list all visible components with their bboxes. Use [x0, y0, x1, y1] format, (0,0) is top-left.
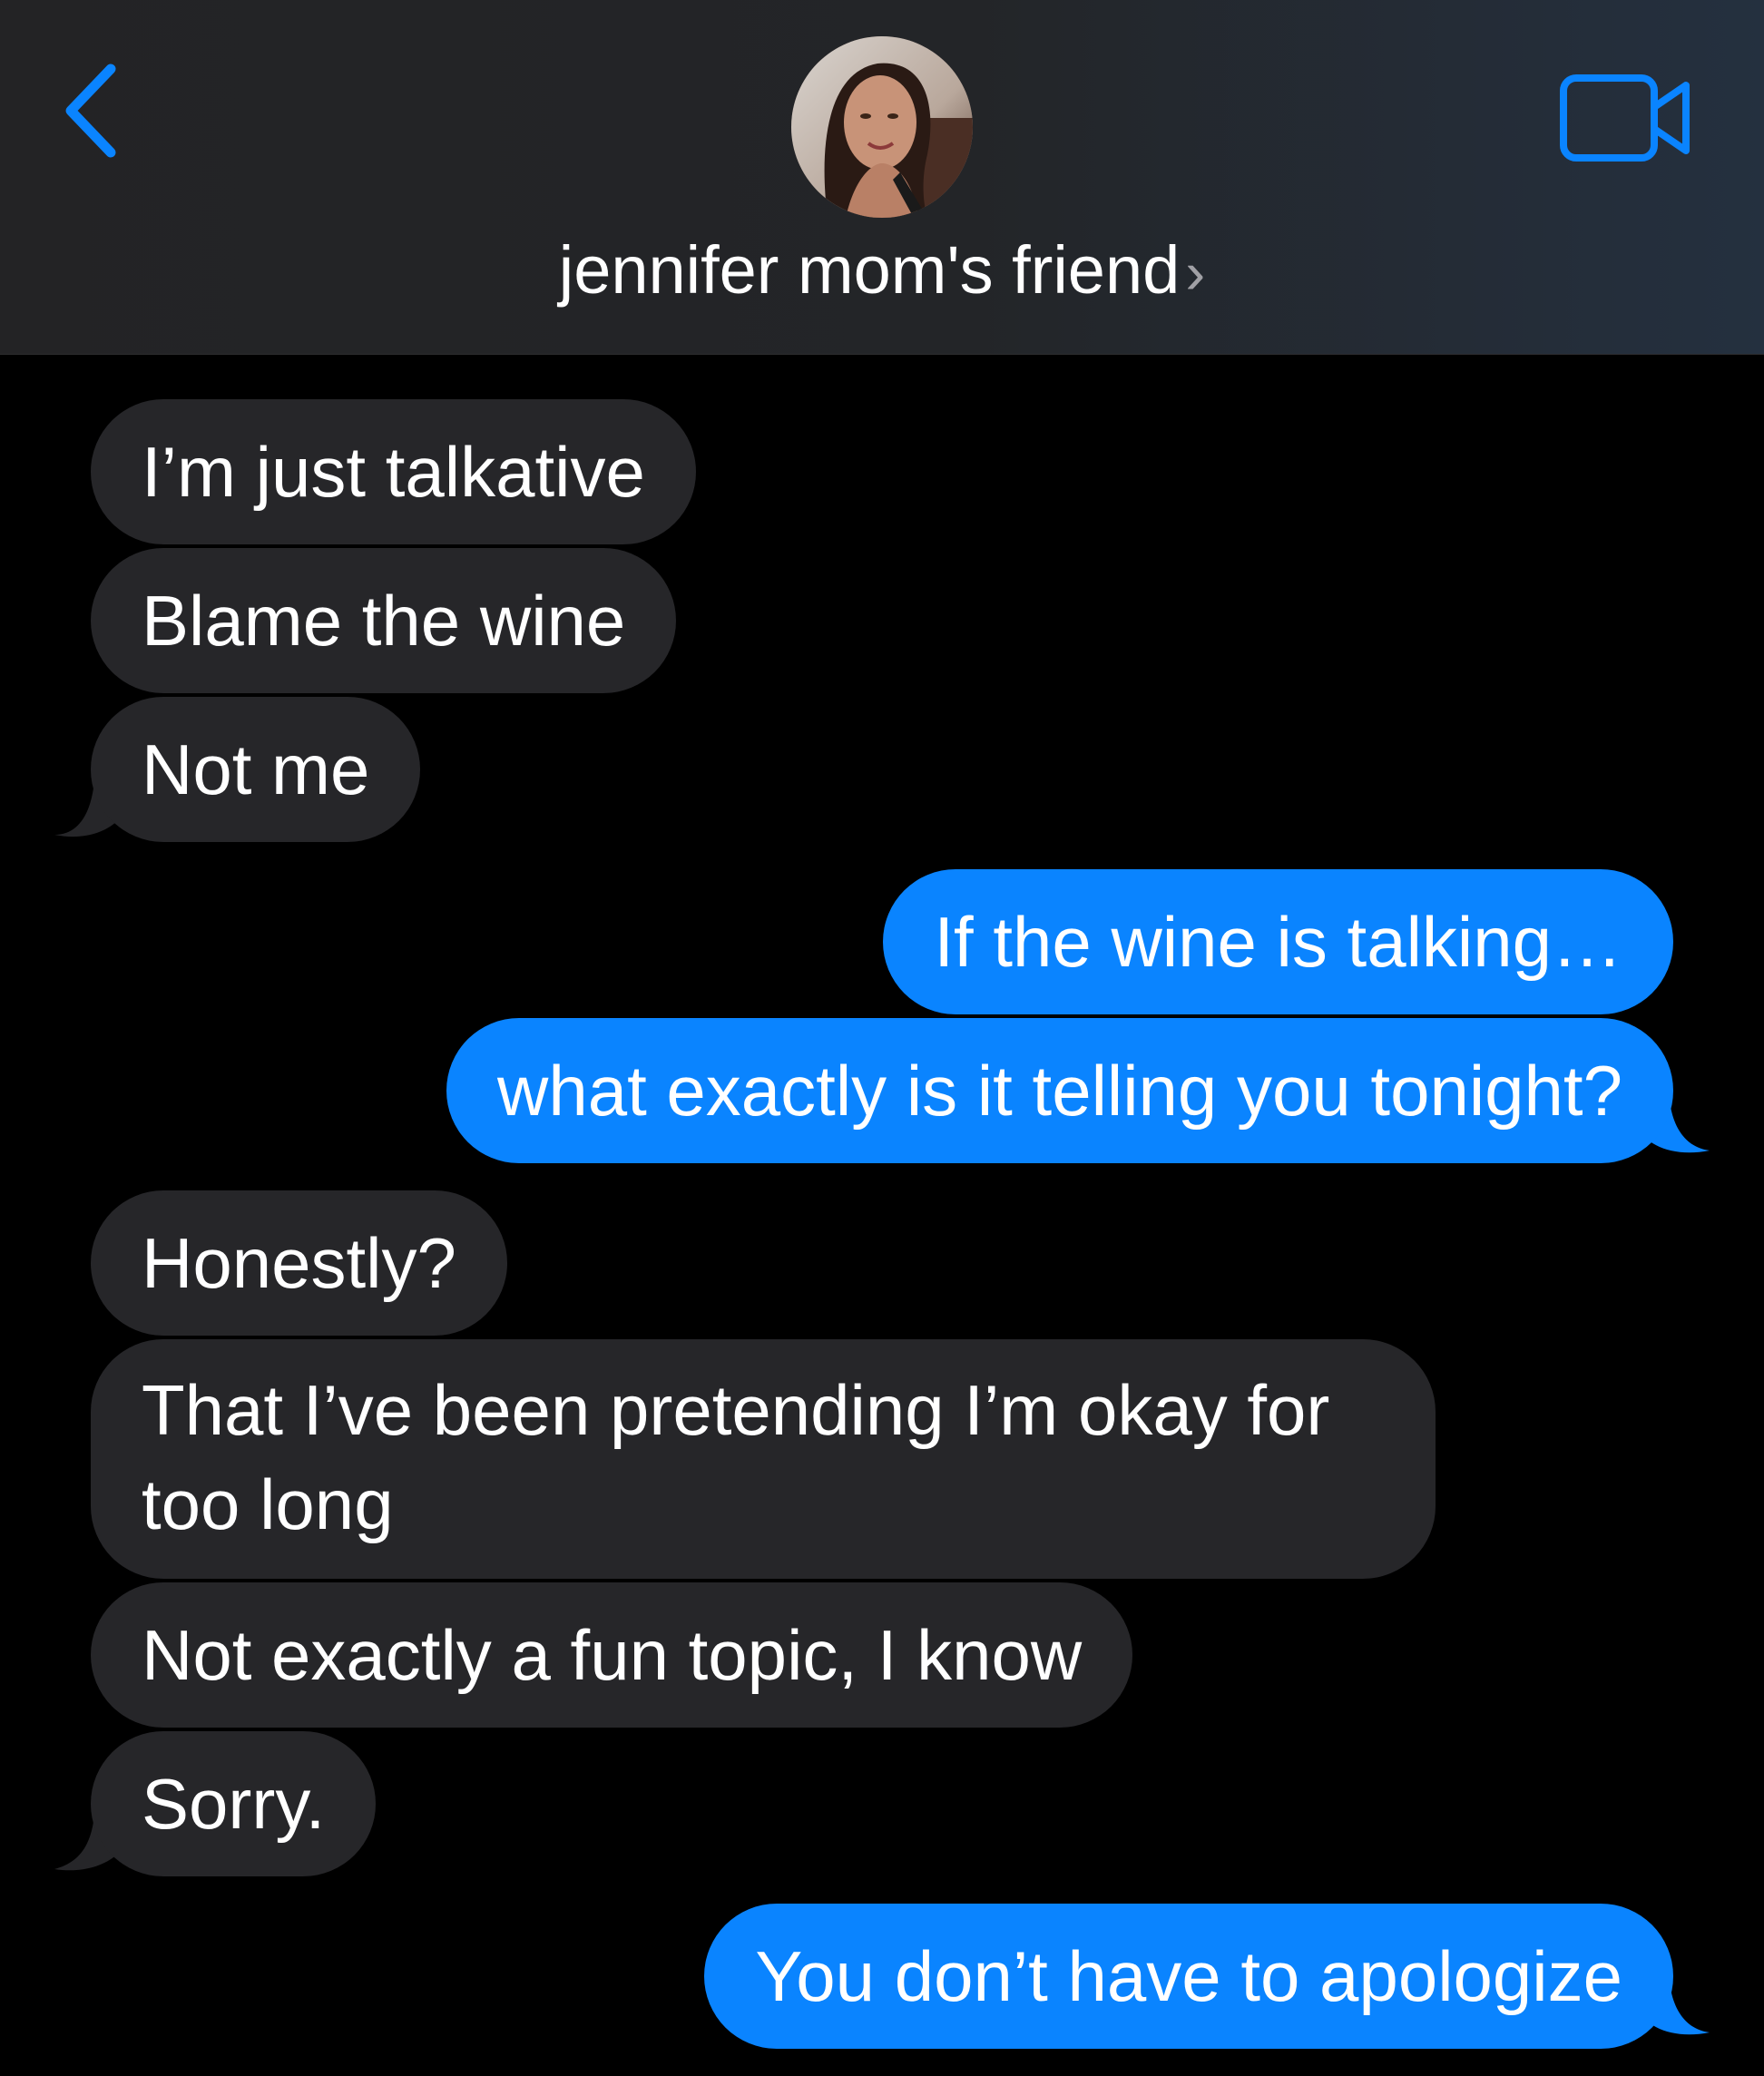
message-text: I’m just talkative — [142, 432, 645, 512]
outgoing-message-bubble[interactable]: You don’t have to apologize — [704, 1904, 1673, 2049]
incoming-message-bubble[interactable]: Not me — [91, 697, 421, 842]
message-text: Sorry. — [142, 1764, 326, 1844]
avatar-photo — [791, 36, 973, 218]
incoming-message-bubble[interactable]: I’m just talkative — [91, 399, 696, 544]
incoming-message-bubble[interactable]: Blame the wine — [91, 548, 677, 693]
contact-name: jennifer mom's friend — [558, 232, 1181, 308]
chevron-right-icon: › — [1185, 239, 1206, 306]
message-text: You don’t have to apologize — [755, 1936, 1622, 2016]
message-text: Not exactly a fun topic, I know — [142, 1615, 1083, 1695]
message-text: Honestly? — [142, 1223, 456, 1303]
back-button[interactable] — [54, 54, 136, 163]
message-text-line-1: That I’ve been pretending I’m okay for — [142, 1370, 1330, 1450]
conversation-header: jennifer mom's friend› — [0, 0, 1764, 355]
video-camera-icon — [1560, 74, 1690, 162]
contact-name-button[interactable]: jennifer mom's friend› — [0, 227, 1764, 316]
outgoing-message-bubble[interactable]: If the wine is talking… — [883, 869, 1673, 1014]
incoming-message-bubble[interactable]: Honestly? — [91, 1190, 507, 1336]
message-text: If the wine is talking… — [934, 902, 1622, 982]
contact-avatar[interactable] — [791, 36, 973, 218]
message-text: Not me — [142, 730, 370, 809]
incoming-message-bubble[interactable]: Not exactly a fun topic, I know — [91, 1582, 1133, 1728]
incoming-message-bubble[interactable]: That I’ve been pretending I’m okay for t… — [91, 1339, 1436, 1579]
message-text: what exactly is it telling you tonight? — [496, 1051, 1622, 1131]
message-text-line-2: too long — [142, 1464, 394, 1544]
outgoing-message-bubble[interactable]: what exactly is it telling you tonight? — [446, 1018, 1673, 1163]
message-text: Blame the wine — [142, 581, 626, 661]
chevron-left-icon — [65, 64, 116, 158]
incoming-message-bubble[interactable]: Sorry. — [91, 1731, 377, 1876]
facetime-video-button[interactable] — [1559, 73, 1695, 163]
